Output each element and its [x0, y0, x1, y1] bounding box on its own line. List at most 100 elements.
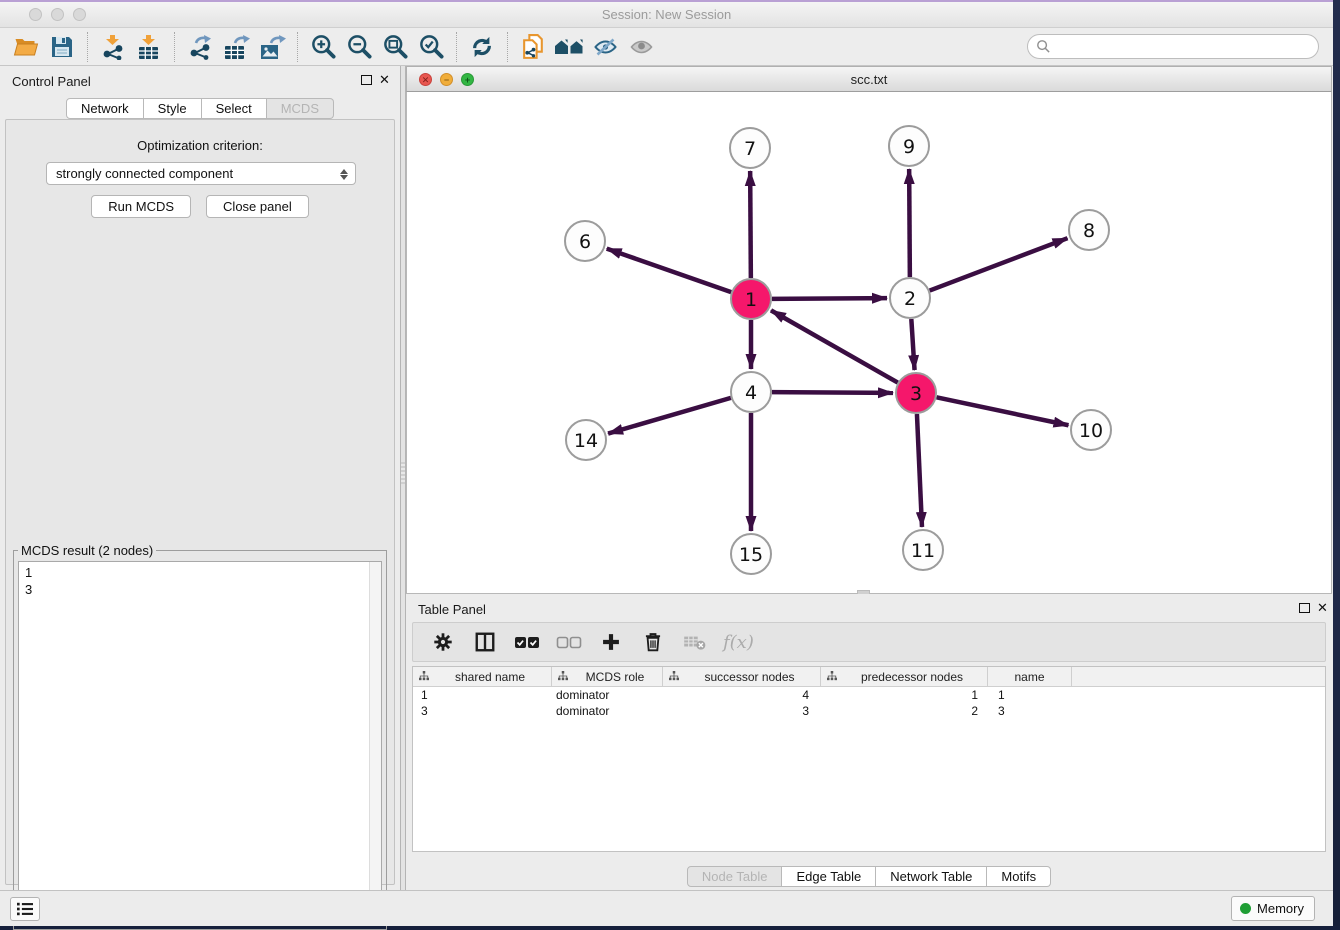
node-2[interactable]: 2 — [890, 278, 930, 318]
table-row[interactable]: 1 dominator 4 1 1 — [413, 687, 1325, 703]
node-11[interactable]: 11 — [903, 530, 943, 570]
tab-select[interactable]: Select — [202, 98, 267, 119]
svg-text:6: 6 — [579, 231, 591, 253]
float-panel-icon[interactable] — [361, 75, 372, 85]
save-session-icon[interactable] — [44, 31, 80, 63]
tab-motifs[interactable]: Motifs — [987, 866, 1051, 887]
table-row[interactable]: 3 dominator 3 2 3 — [413, 703, 1325, 719]
tab-node-table[interactable]: Node Table — [687, 866, 783, 887]
search-input[interactable] — [1027, 34, 1319, 59]
splitter-grip[interactable] — [401, 462, 405, 484]
clone-network-icon[interactable] — [515, 31, 551, 63]
cell-predecessor-nodes[interactable]: 1 — [821, 687, 988, 703]
edge-2-3[interactable] — [911, 319, 914, 370]
cell-name[interactable]: 1 — [988, 687, 1072, 703]
close-table-panel-icon[interactable]: ✕ — [1317, 600, 1328, 616]
hierarchy-icon — [558, 670, 568, 684]
network-window-titlebar[interactable]: ✕ − + scc.txt — [406, 66, 1332, 92]
cell-shared-name[interactable]: 3 — [413, 703, 552, 719]
close-panel-icon[interactable]: ✕ — [379, 72, 390, 88]
edge-4-14[interactable] — [608, 398, 731, 434]
deselect-all-icon[interactable] — [555, 628, 583, 656]
column-header-name[interactable]: name — [988, 667, 1072, 686]
float-table-panel-icon[interactable] — [1299, 603, 1310, 613]
mcds-panel-body: Optimization criterion: strongly connect… — [5, 119, 395, 885]
edge-3-1[interactable] — [771, 310, 898, 382]
app-titlebar: Session: New Session — [0, 2, 1333, 28]
svg-text:8: 8 — [1083, 220, 1095, 242]
zoom-in-icon[interactable] — [305, 31, 341, 63]
result-scrollbar[interactable] — [369, 562, 381, 922]
node-15[interactable]: 15 — [731, 534, 771, 574]
node-3[interactable]: 3 — [896, 373, 936, 413]
edge-3-10[interactable] — [937, 397, 1069, 425]
export-table-icon[interactable] — [218, 31, 254, 63]
node-1[interactable]: 1 — [731, 279, 771, 319]
network-graph: 7 9 6 8 1 2 4 3 14 10 15 11 — [407, 92, 1333, 594]
mcds-homes-icon[interactable] — [551, 31, 587, 63]
tab-mcds[interactable]: MCDS — [267, 98, 334, 119]
run-mcds-button[interactable]: Run MCDS — [91, 195, 191, 218]
column-header-predecessor-nodes[interactable]: predecessor nodes — [821, 667, 988, 686]
mcds-result-list[interactable]: 1 3 — [18, 561, 382, 923]
node-7[interactable]: 7 — [730, 128, 770, 168]
hide-graphics-details-icon[interactable] — [587, 31, 623, 63]
optimization-criterion-select[interactable]: strongly connected component — [46, 162, 356, 185]
main-toolbar — [0, 28, 1333, 66]
table-panel-title: Table Panel — [418, 602, 486, 617]
node-8[interactable]: 8 — [1069, 210, 1109, 250]
node-6[interactable]: 6 — [565, 221, 605, 261]
show-columns-icon[interactable] — [471, 628, 499, 656]
add-column-icon[interactable] — [597, 628, 625, 656]
cell-mcds-role[interactable]: dominator — [552, 687, 663, 703]
node-14[interactable]: 14 — [566, 420, 606, 460]
edge-3-11[interactable] — [917, 414, 922, 527]
table-toolbar: f(x) — [412, 622, 1326, 662]
cell-shared-name[interactable]: 1 — [413, 687, 552, 703]
zoom-out-icon[interactable] — [341, 31, 377, 63]
edge-2-9[interactable] — [909, 169, 910, 277]
network-canvas[interactable]: 7 9 6 8 1 2 4 3 14 10 15 11 — [406, 92, 1332, 594]
table-settings-icon[interactable] — [429, 628, 457, 656]
memory-button[interactable]: Memory — [1231, 896, 1315, 921]
import-network-icon[interactable] — [95, 31, 131, 63]
cell-successor-nodes[interactable]: 3 — [663, 703, 821, 719]
edge-1-7[interactable] — [750, 171, 751, 278]
export-network-icon[interactable] — [182, 31, 218, 63]
select-all-icon[interactable] — [513, 628, 541, 656]
cell-mcds-role[interactable]: dominator — [552, 703, 663, 719]
svg-text:3: 3 — [910, 383, 922, 405]
column-header-shared-name[interactable]: shared name — [413, 667, 552, 686]
open-session-icon[interactable] — [8, 31, 44, 63]
show-graphics-details-icon[interactable] — [623, 31, 659, 63]
cell-successor-nodes[interactable]: 4 — [663, 687, 821, 703]
svg-text:14: 14 — [574, 430, 598, 452]
edge-1-2[interactable] — [772, 298, 887, 299]
tab-style[interactable]: Style — [144, 98, 202, 119]
edge-2-8[interactable] — [930, 238, 1068, 290]
cell-name[interactable]: 3 — [988, 703, 1072, 719]
memory-status-icon — [1240, 903, 1251, 914]
close-panel-button[interactable]: Close panel — [206, 195, 309, 218]
delete-column-icon[interactable] — [639, 628, 667, 656]
node-9[interactable]: 9 — [889, 126, 929, 166]
table-panel-header: Table Panel ✕ — [406, 594, 1332, 620]
tab-edge-table[interactable]: Edge Table — [782, 866, 876, 887]
edge-4-3[interactable] — [772, 392, 893, 393]
node-10[interactable]: 10 — [1071, 410, 1111, 450]
export-image-icon[interactable] — [254, 31, 290, 63]
tab-network[interactable]: Network — [66, 98, 144, 119]
import-table-icon[interactable] — [131, 31, 167, 63]
cell-predecessor-nodes[interactable]: 2 — [821, 703, 988, 719]
edge-1-6[interactable] — [607, 249, 731, 292]
zoom-fit-icon[interactable] — [377, 31, 413, 63]
toolbar-separator — [174, 32, 175, 62]
svg-text:15: 15 — [739, 544, 763, 566]
column-header-successor-nodes[interactable]: successor nodes — [663, 667, 821, 686]
automation-list-icon[interactable] — [10, 897, 40, 921]
column-header-mcds-role[interactable]: MCDS role — [552, 667, 663, 686]
node-4[interactable]: 4 — [731, 372, 771, 412]
zoom-selected-icon[interactable] — [413, 31, 449, 63]
refresh-view-icon[interactable] — [464, 31, 500, 63]
tab-network-table[interactable]: Network Table — [876, 866, 987, 887]
